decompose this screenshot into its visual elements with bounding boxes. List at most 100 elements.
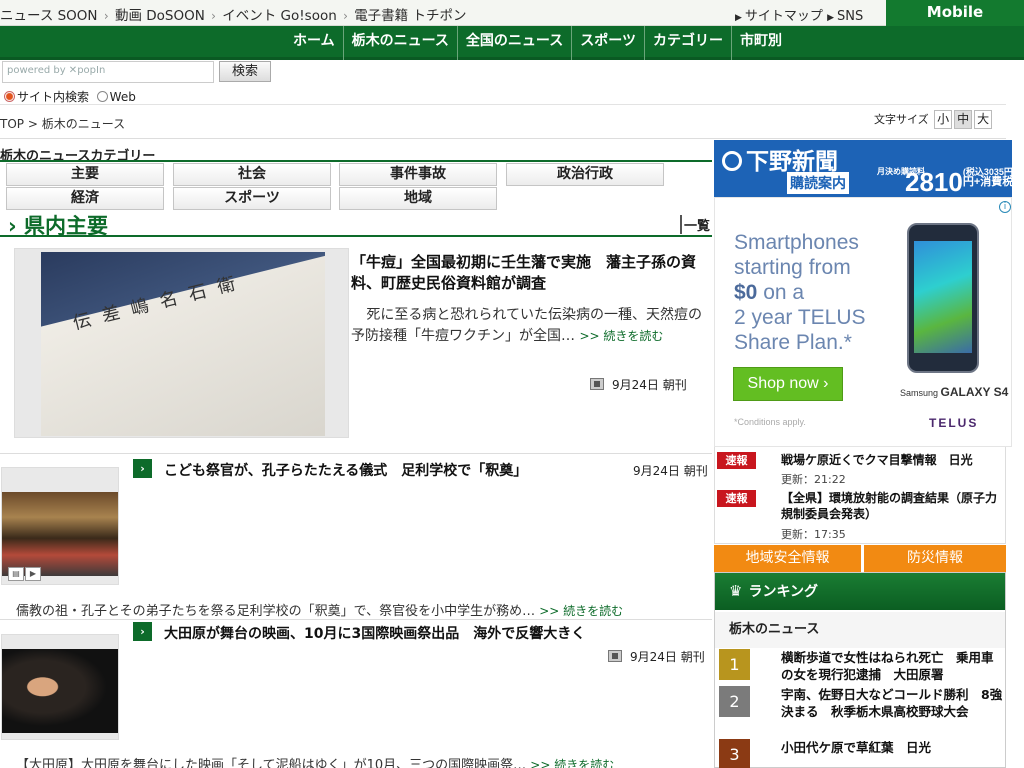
rank-headline[interactable]: 小田代ケ原で草紅葉 日光 [781, 739, 1003, 756]
shimotsuke-ad[interactable]: 下野新聞 購読案内 月決め購読料2810 (税込3035円) 円+消費税 [714, 140, 1016, 197]
ad-line: Smartphones [734, 231, 859, 254]
category-sports[interactable]: スポーツ [173, 187, 331, 210]
category-politics[interactable]: 政治行政 [506, 163, 664, 186]
alert-title[interactable]: 戦場ケ原近くでクマ目撃情報 日光 [781, 452, 1003, 468]
ad-copy: Smartphones starting from $0 on a 2 year… [734, 230, 866, 355]
read-more-link[interactable]: >> 続きを読む [579, 329, 663, 343]
radio-web-search[interactable] [96, 91, 108, 102]
list-item: › 大田原が舞台の映画、10月に3国際映画祭出品 海外で反響大きく 9月24日 … [0, 620, 712, 768]
section-header: › 県内主要 一覧 [0, 211, 712, 238]
triangle-right-icon: ▶ [827, 13, 834, 23]
gallery-icon[interactable]: ▤ [8, 567, 24, 581]
category-region[interactable]: 地域 [339, 187, 497, 210]
regional-safety-button[interactable]: 地域安全情報 [714, 545, 861, 572]
phone-screen [914, 241, 972, 353]
ranking-header: ♛ ランキング [715, 573, 1005, 610]
info-icon[interactable]: i [999, 201, 1011, 213]
font-size-medium-button[interactable]: 中 [954, 110, 973, 129]
price-suffix: 円+消費税 [962, 176, 1014, 188]
featured-headline[interactable]: 「牛痘」全国最初期に壬生藩で実施 藩主子孫の資料、町歴史民俗資料館が調査 [351, 252, 711, 294]
galaxy-logo: Samsung GALAXY S4 [900, 385, 1008, 399]
ad-line: $0 on a [734, 280, 866, 305]
play-icon[interactable]: ▶ [25, 567, 41, 581]
shop-now-button[interactable]: Shop now › [733, 367, 843, 401]
radio-site-label: サイト内検索 [17, 90, 90, 104]
divider [0, 160, 712, 162]
featured-lead: 死に至る病と恐れられていた伝染病の一種、天然痘の予防接種「牛痘ワクチン」が全国…… [351, 305, 711, 347]
radio-web-label: Web [109, 90, 136, 104]
chevron-right-icon: › [133, 459, 152, 478]
rank-headline[interactable]: 横断歩道で女性はねられ死亡 乗用車の女を現行犯逮捕 大田原署 [781, 649, 1003, 683]
ranking-box: ♛ ランキング 栃木のニュース 1 横断歩道で女性はねられ死亡 乗用車の女を現行犯… [714, 572, 1006, 768]
article-date: 9月24日 朝刊 [633, 464, 708, 478]
site-link-event[interactable]: イベント Go!soon [222, 8, 337, 24]
subscription-price: 月決め購読料2810 (税込3035円) 円+消費税 [877, 167, 1016, 198]
article-headline[interactable]: こども祭官が、孔子らたたえる儀式 足利学校で「釈奠」 [164, 460, 527, 480]
font-size-large-button[interactable]: 大 [974, 110, 993, 129]
site-link-news[interactable]: ニュース SOON [0, 8, 98, 24]
disaster-info-button[interactable]: 防災情報 [864, 545, 1006, 572]
radio-site-search[interactable] [4, 91, 15, 102]
telus-logo: TELUS [929, 416, 979, 430]
nav-category[interactable]: カテゴリー [645, 26, 732, 60]
search-input[interactable]: powered by ✕popIn [2, 61, 214, 83]
article-date: 9月24日 朝刊 [608, 648, 705, 665]
ad-line-suffix: on a [757, 281, 805, 304]
alert-updated: 更新：17:35 [781, 528, 846, 541]
category-incidents[interactable]: 事件事故 [339, 163, 497, 186]
shimotsuke-logo: 下野新聞 [722, 142, 838, 176]
font-size-small-button[interactable]: 小 [934, 110, 953, 129]
sitemap-link[interactable]: サイトマップ [745, 9, 823, 24]
section-list-link[interactable]: 一覧 [680, 215, 710, 234]
thumbnail-photo [2, 649, 118, 733]
category-society[interactable]: 社会 [173, 163, 331, 186]
price-value: 2810 [905, 167, 963, 197]
article-snippet: 【大田原】大田原を舞台にした映画「そして泥船はゆく」が10月、三つの国際映画祭…… [16, 754, 614, 768]
divider [0, 104, 1006, 105]
telus-ad[interactable]: i Smartphones starting from $0 on a 2 ye… [714, 197, 1012, 447]
phone-image [907, 223, 979, 373]
ad-line: starting from [734, 256, 851, 279]
nav-sports[interactable]: スポーツ [572, 26, 645, 60]
nav-tochigi-news[interactable]: 栃木のニュース [344, 26, 458, 60]
article-headline[interactable]: 大田原が舞台の映画、10月に3国際映画祭出品 海外で反響大きく [164, 623, 585, 643]
featured-date-text: 9月24日 朝刊 [612, 378, 687, 392]
document-paper [41, 253, 325, 436]
newspaper-icon [590, 378, 604, 390]
ranking-title: ランキング [748, 584, 819, 600]
article-snippet-text: 【大田原】大田原を舞台にした映画「そして泥船はゆく」が10月、三つの国際映画祭… [16, 758, 527, 768]
nav-home[interactable]: ホーム [285, 26, 344, 60]
nav-national-news[interactable]: 全国のニュース [458, 26, 573, 60]
rank-headline[interactable]: 宇南、佐野日大などコールド勝利 8強決まる 秋季栃木県高校野球大会 [781, 686, 1003, 720]
nav-municipality[interactable]: 市町別 [732, 26, 790, 60]
featured-article: 伝 差 嶋 名 石 衛 「牛痘」全国最初期に壬生藩で実施 藩主子孫の資料、町歴史… [14, 248, 710, 438]
featured-date: 9月24日 朝刊 [590, 376, 687, 393]
site-link-ebook[interactable]: 電子書籍 トチポン [354, 8, 466, 24]
article-thumbnail[interactable] [1, 634, 119, 740]
ranking-subtitle[interactable]: 栃木のニュース [715, 612, 1005, 648]
category-main[interactable]: 主要 [6, 163, 164, 186]
alert-title[interactable]: 【全県】環境放射能の調査結果（原子力規制委員会発表） [781, 490, 1003, 522]
rank-number: 1 [719, 649, 750, 680]
featured-image[interactable]: 伝 差 嶋 名 石 衛 [14, 248, 349, 438]
breaking-news: 速報 戦場ケ原近くでクマ目撃情報 日光 更新：21:22 速報 【全県】環境放射… [714, 447, 1006, 544]
read-more-link[interactable]: >> 続きを読む [530, 758, 614, 768]
monthly-label: 月決め購読料 [877, 167, 925, 176]
galaxy-model: GALAXY S4 [940, 385, 1009, 399]
article-date-text: 9月24日 朝刊 [630, 650, 705, 664]
font-size-control: 文字サイズ 小中大 [874, 110, 993, 129]
breadcrumb[interactable]: TOP > 栃木のニュース [0, 115, 125, 132]
main-nav-items: ホーム 栃木のニュース 全国のニュース スポーツ カテゴリー 市町別 [285, 26, 790, 60]
galaxy-brand: Samsung [900, 388, 939, 398]
article-thumbnail[interactable]: ▤ ▶ [1, 467, 119, 585]
read-more-link[interactable]: >> 続きを読む [539, 604, 623, 618]
sns-link[interactable]: SNS [837, 9, 863, 24]
site-link-video[interactable]: 動画 DoSOON [115, 8, 205, 24]
category-economy[interactable]: 経済 [6, 187, 164, 210]
main-nav: ホーム 栃木のニュース 全国のニュース スポーツ カテゴリー 市町別 [0, 26, 1024, 60]
chevron-right-icon: › [133, 622, 152, 641]
search-button[interactable]: 検索 [219, 61, 271, 82]
breaking-badge: 速報 [717, 452, 756, 469]
mobile-button[interactable]: Mobile [886, 0, 1024, 26]
ad-line: Share Plan.* [734, 331, 852, 354]
